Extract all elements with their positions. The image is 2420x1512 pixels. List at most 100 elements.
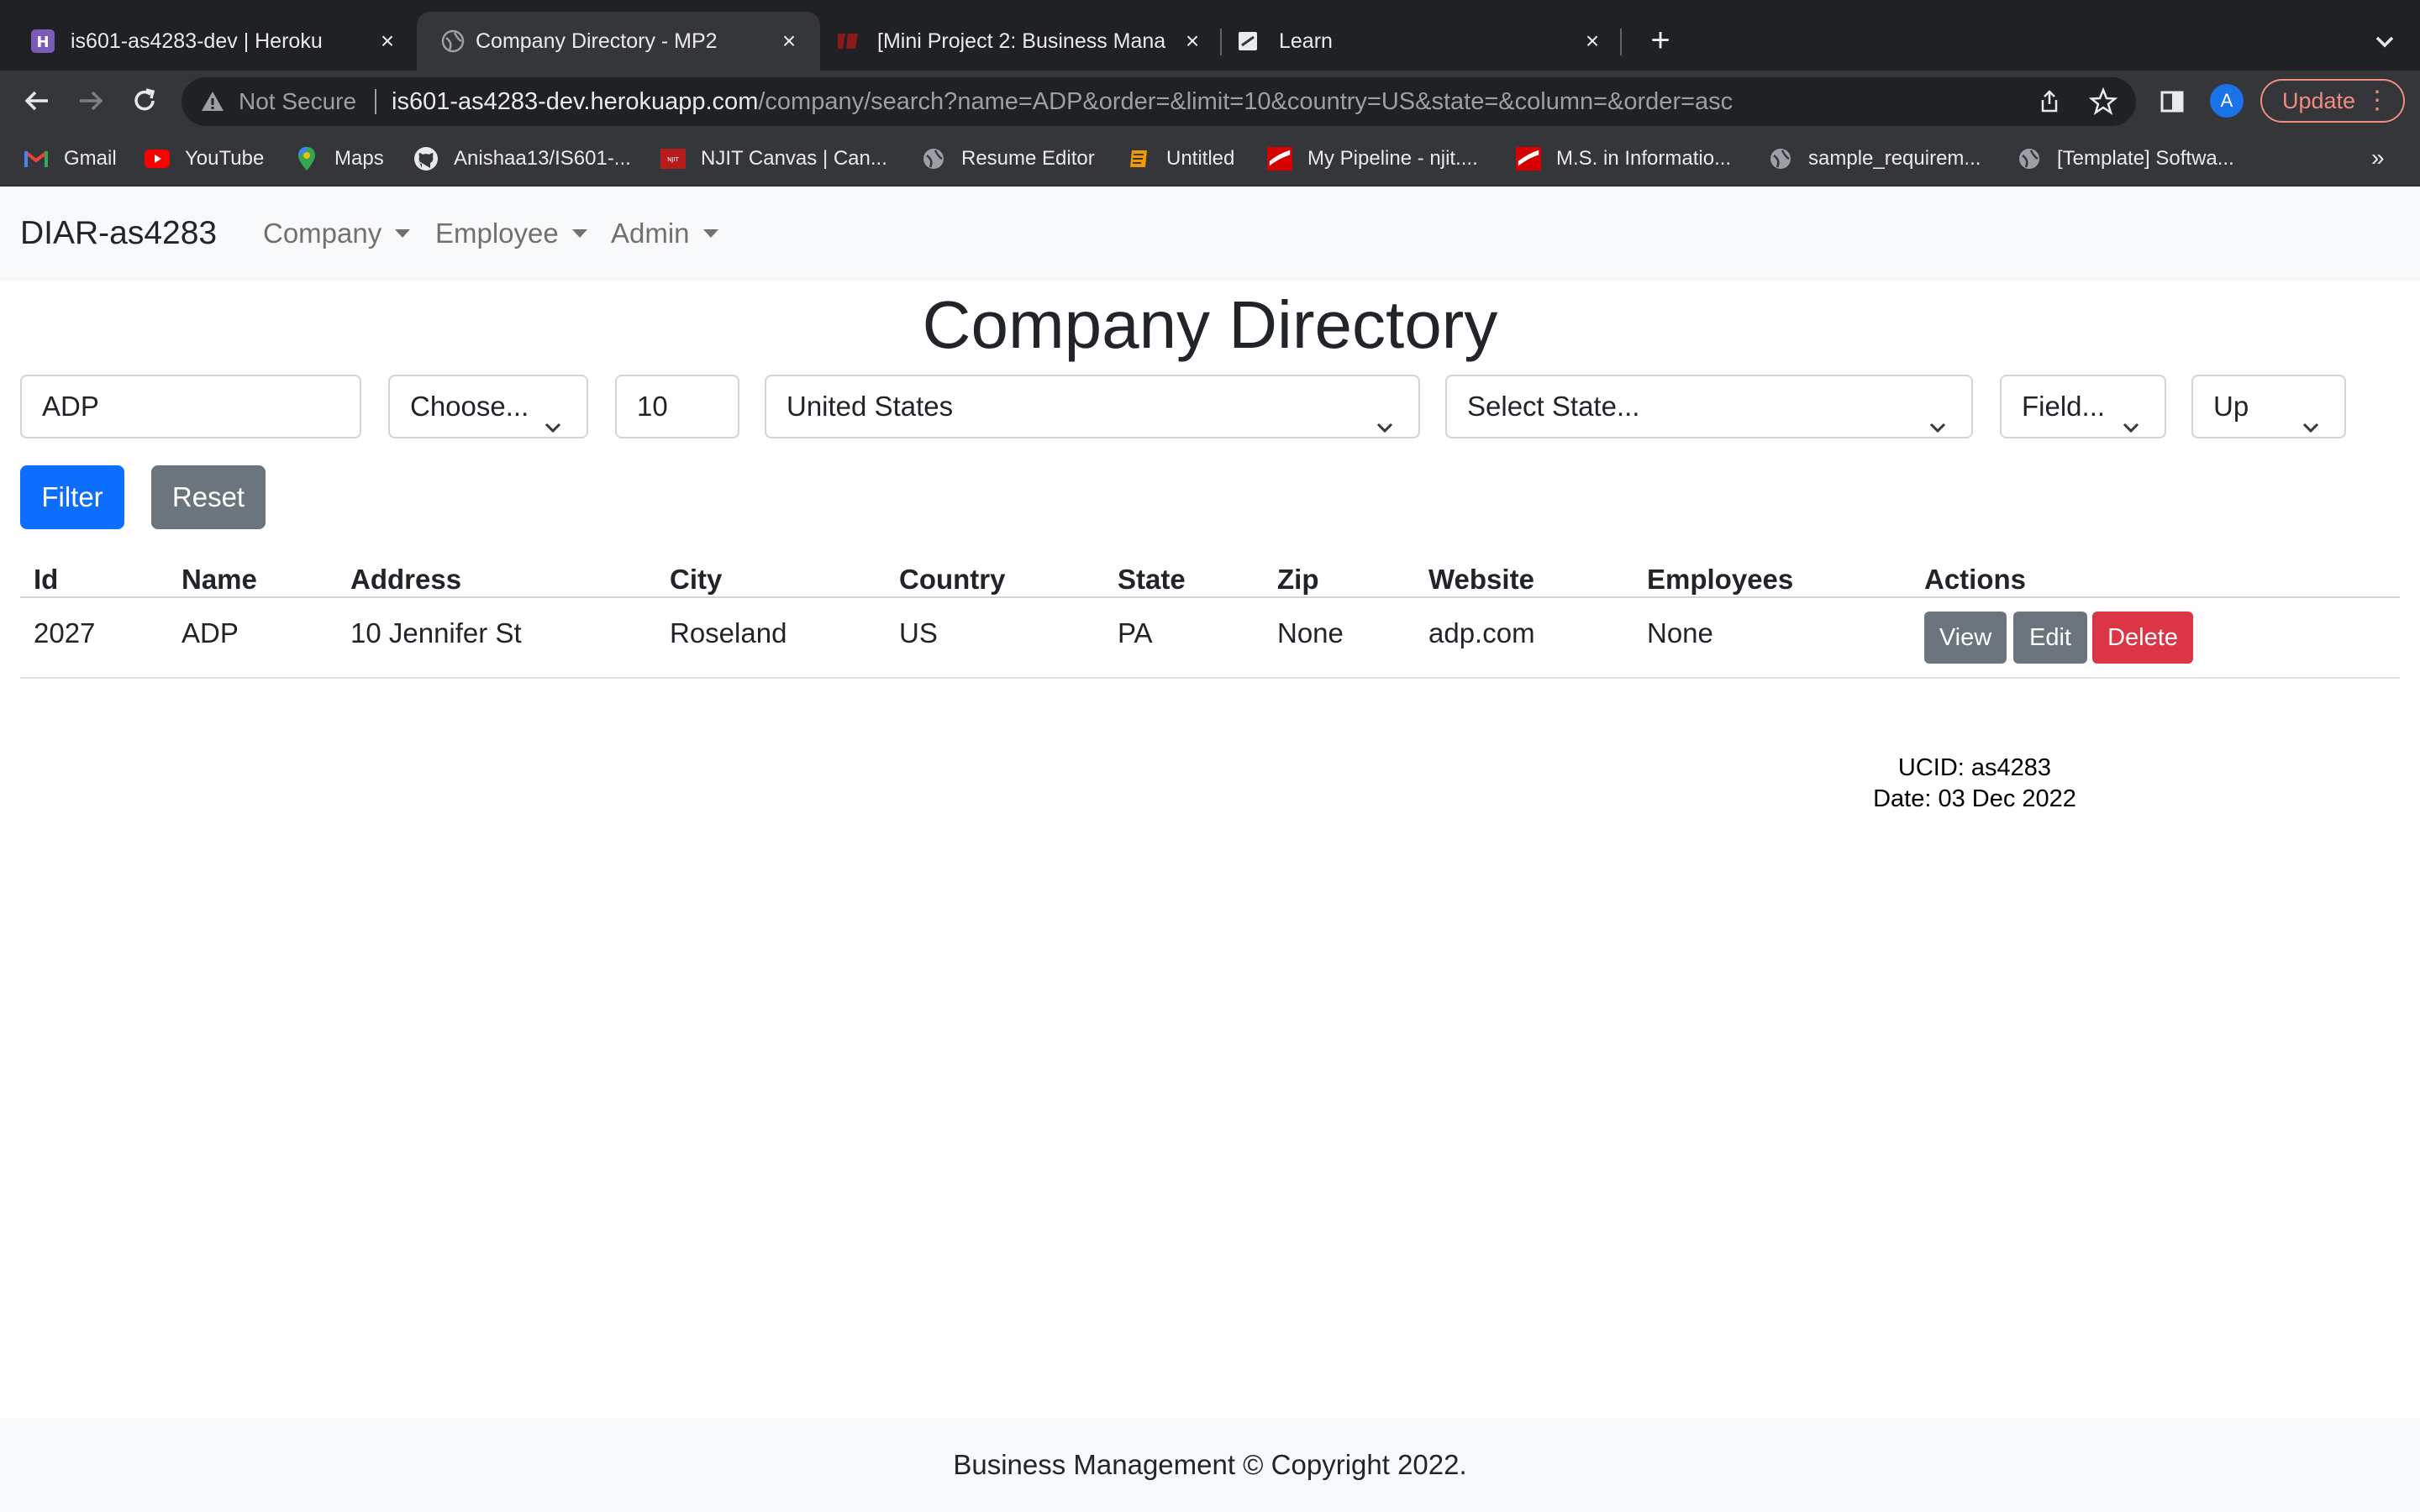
bookmarks-bar: Gmail YouTube Maps Anishaa13/IS601-... N…: [0, 131, 2420, 186]
bookmark-label: NJIT Canvas | Can...: [701, 147, 887, 170]
globe-icon: [2017, 146, 2042, 171]
edit-button[interactable]: Edit: [2013, 612, 2087, 664]
tab-search-chevron-icon[interactable]: [2368, 25, 2402, 59]
side-panel-icon[interactable]: [2160, 89, 2185, 114]
date-text: Date: 03 Dec 2022: [1873, 785, 2076, 812]
browser-toolbar: Not Secure is601-as4283-dev.herokuapp.co…: [0, 71, 2420, 131]
close-icon[interactable]: ×: [375, 29, 400, 54]
forward-icon[interactable]: [72, 82, 109, 119]
reset-button[interactable]: Reset: [151, 465, 266, 529]
tab-title: [Mini Project 2: Business Mana: [877, 29, 1166, 53]
tab-heroku[interactable]: H is601-as4283-dev | Heroku ×: [7, 12, 413, 71]
tab-mini-project[interactable]: [Mini Project 2: Business Mana ×: [823, 12, 1218, 71]
address-bar[interactable]: Not Secure is601-as4283-dev.herokuapp.co…: [182, 77, 2136, 126]
country-select[interactable]: United States: [765, 375, 1420, 438]
heroku-icon: H: [30, 29, 55, 54]
cell-name: ADP: [182, 617, 239, 648]
nav-label: Admin: [611, 218, 690, 249]
nav-admin-dropdown[interactable]: Admin: [611, 186, 718, 281]
chevron-down-icon: [1928, 398, 1948, 433]
bookmark-star-icon[interactable]: [2088, 87, 2118, 116]
bookmark-maps[interactable]: Maps: [294, 131, 384, 186]
order-select[interactable]: Choose...: [388, 375, 588, 438]
delete-button[interactable]: Delete: [2092, 612, 2193, 664]
update-button[interactable]: Update ⋮: [2260, 79, 2405, 123]
tab-company-directory[interactable]: Company Directory - MP2 ×: [417, 12, 820, 71]
caret-down-icon: [702, 229, 718, 238]
maps-icon: [294, 146, 319, 171]
bookmark-github[interactable]: Anishaa13/IS601-...: [413, 131, 631, 186]
tab-separator: [1620, 29, 1622, 55]
url-text[interactable]: is601-as4283-dev.herokuapp.com/company/s…: [392, 77, 1733, 126]
bookmark-label: Maps: [334, 147, 384, 170]
bookmark-untitled[interactable]: Untitled: [1126, 131, 1234, 186]
page-title: Company Directory: [922, 287, 1498, 362]
state-select[interactable]: Select State...: [1445, 375, 1973, 438]
bookmark-sample-requirements[interactable]: sample_requirem...: [1768, 131, 1981, 186]
close-icon[interactable]: ×: [776, 29, 802, 54]
sort-direction-select[interactable]: Up: [2191, 375, 2346, 438]
njit-icon: NJIT: [660, 146, 686, 171]
bookmark-ms-informatics[interactable]: M.S. in Informatio...: [1516, 131, 1731, 186]
pipeline-icon: [1267, 146, 1292, 171]
new-tab-icon[interactable]: +: [1642, 22, 1679, 59]
njit-icon: [835, 29, 860, 54]
profile-avatar[interactable]: A: [2210, 84, 2244, 118]
cell-zip: None: [1277, 617, 1344, 648]
gmail-icon: [24, 146, 49, 171]
navbar-brand[interactable]: DIAR-as4283: [20, 186, 217, 281]
browser-tab-strip: H is601-as4283-dev | Heroku × Company Di…: [0, 0, 2420, 71]
reload-icon[interactable]: [126, 82, 163, 119]
globe-icon: [440, 29, 466, 54]
warning-icon[interactable]: [200, 89, 225, 114]
tab-title: Company Directory - MP2: [476, 29, 718, 53]
site-footer: Business Management © Copyright 2022.: [0, 1418, 2420, 1512]
omnibox-divider: [375, 89, 376, 114]
tab-title: is601-as4283-dev | Heroku: [71, 29, 323, 53]
more-menu-icon[interactable]: ⋮: [2365, 81, 2390, 121]
state-select-value: Select State...: [1467, 391, 1640, 422]
nav-company-dropdown[interactable]: Company: [263, 186, 411, 281]
chevron-down-icon: [1375, 398, 1395, 433]
youtube-icon: [145, 146, 170, 171]
bookmark-youtube[interactable]: YouTube: [145, 131, 264, 186]
close-icon[interactable]: ×: [1580, 29, 1605, 54]
cell-state: PA: [1118, 617, 1153, 648]
bookmark-label: Untitled: [1166, 147, 1235, 170]
pipeline-icon: [1516, 146, 1541, 171]
close-icon[interactable]: ×: [1180, 29, 1205, 54]
url-path: /company/search?name=ADP&order=&limit=10…: [758, 88, 1733, 115]
name-filter-input[interactable]: ADP: [20, 375, 361, 438]
bookmark-template-software[interactable]: [Template] Softwa...: [2017, 131, 2234, 186]
github-icon: [413, 146, 439, 171]
globe-icon: [1768, 146, 1793, 171]
sort-direction-value: Up: [2213, 391, 2249, 422]
view-button[interactable]: View: [1924, 612, 2007, 664]
cell-website: adp.com: [1428, 617, 1535, 648]
cell-employees: None: [1647, 617, 1713, 648]
url-host: is601-as4283-dev.herokuapp.com: [392, 88, 759, 115]
nav-employee-dropdown[interactable]: Employee: [435, 186, 587, 281]
column-select[interactable]: Field...: [2000, 375, 2166, 438]
tab-learn[interactable]: Learn ×: [1223, 12, 1622, 71]
limit-input[interactable]: 10: [615, 375, 739, 438]
cell-country: US: [899, 617, 938, 648]
country-select-value: United States: [786, 391, 954, 422]
share-icon[interactable]: [2037, 89, 2062, 114]
security-label[interactable]: Not Secure: [239, 77, 356, 126]
update-label: Update: [2282, 88, 2356, 113]
bookmark-njit-canvas[interactable]: NJIT NJIT Canvas | Can...: [660, 131, 887, 186]
bookmark-my-pipeline[interactable]: My Pipeline - njit....: [1267, 131, 1478, 186]
svg-text:NJIT: NJIT: [667, 156, 679, 163]
bookmark-label: Gmail: [64, 147, 117, 170]
cell-address: 10 Jennifer St: [350, 617, 522, 648]
back-icon[interactable]: [18, 82, 55, 119]
bookmark-resume-editor[interactable]: Resume Editor: [921, 131, 1095, 186]
cell-id: 2027: [34, 617, 96, 648]
doc-icon: [1126, 146, 1151, 171]
bookmarks-overflow-icon[interactable]: »: [2371, 144, 2385, 171]
page-content: DIAR-as4283 Company Employee Admin Compa…: [0, 186, 2420, 1512]
globe-icon: [921, 146, 946, 171]
filter-button[interactable]: Filter: [20, 465, 124, 529]
bookmark-gmail[interactable]: Gmail: [24, 131, 117, 186]
